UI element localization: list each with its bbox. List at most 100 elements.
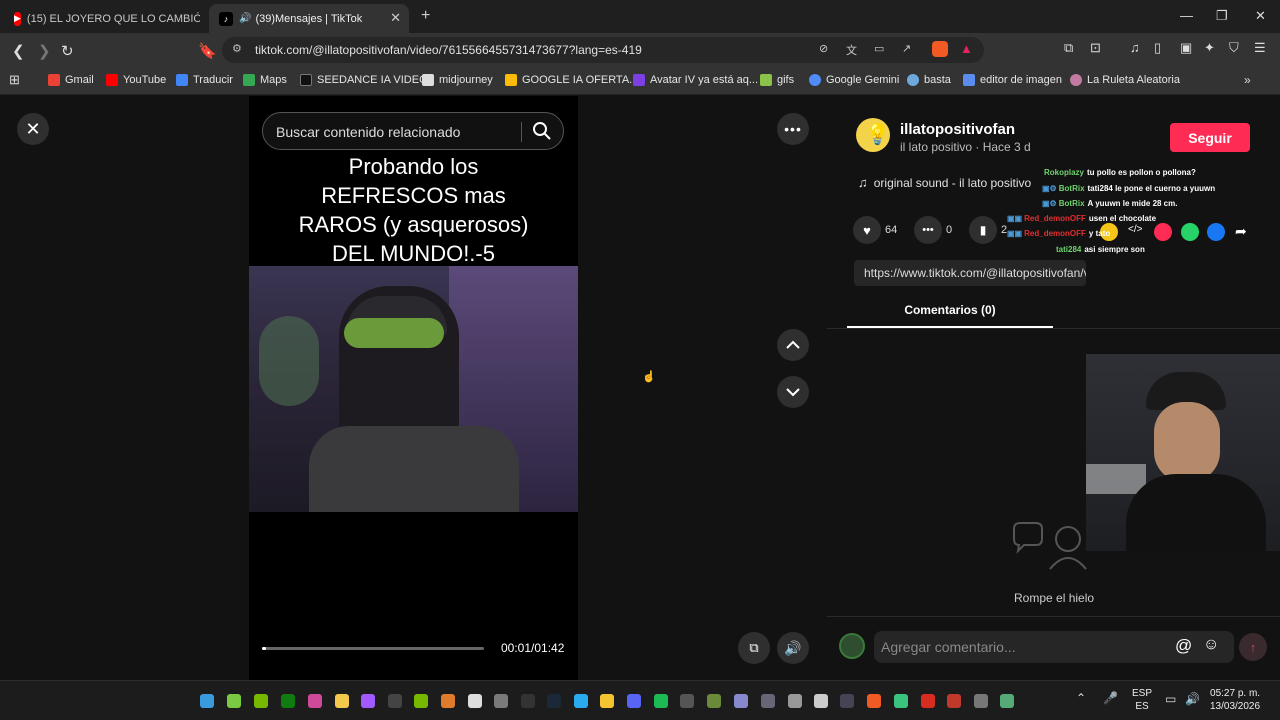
app-icon[interactable] bbox=[734, 694, 748, 708]
reload-icon[interactable]: ↻ bbox=[61, 42, 74, 60]
brave-rewards-icon[interactable]: ▲ bbox=[960, 41, 973, 56]
share-icon[interactable]: ↗ bbox=[902, 42, 911, 55]
app-icon[interactable] bbox=[947, 694, 961, 708]
sound-info[interactable]: ♫ original sound - il lato positivo bbox=[858, 175, 1031, 190]
site-info-icon[interactable]: ⚙ bbox=[232, 42, 242, 55]
menu-icon[interactable]: ☰ bbox=[1254, 40, 1266, 56]
brave-shield-icon[interactable] bbox=[932, 41, 948, 57]
back-arrow-icon[interactable]: ❮ bbox=[12, 42, 25, 60]
bookmark-midjourney[interactable]: midjourney bbox=[422, 74, 493, 86]
obs-icon[interactable] bbox=[788, 694, 802, 708]
leo-ai-icon[interactable]: ✦ bbox=[1204, 40, 1215, 56]
bookmark-avatar[interactable]: Avatar IV ya está aq... bbox=[633, 74, 758, 86]
app-icon[interactable] bbox=[840, 694, 854, 708]
cast-icon[interactable]: ▭ bbox=[874, 42, 884, 55]
forward-arrow-icon[interactable]: ❯ bbox=[38, 42, 51, 60]
xbox-icon[interactable] bbox=[281, 694, 295, 708]
url-text[interactable]: tiktok.com/@illatopositivofan/video/7615… bbox=[255, 43, 642, 57]
extensions-icon[interactable]: ⧉ bbox=[1064, 40, 1073, 56]
bookmark-google-ia[interactable]: GOOGLE IA OFERTA... bbox=[505, 74, 638, 86]
embed-icon[interactable]: </> bbox=[1128, 224, 1142, 235]
facebook-icon[interactable] bbox=[1207, 223, 1225, 241]
no-tracking-icon[interactable]: ⊘ bbox=[819, 42, 828, 55]
camera-icon[interactable] bbox=[761, 694, 775, 708]
vpn-icon[interactable]: ⛉ bbox=[1229, 40, 1239, 56]
wallet-icon[interactable]: ▣ bbox=[1180, 40, 1192, 56]
new-tab-button[interactable]: + bbox=[421, 7, 430, 25]
app-icon[interactable] bbox=[441, 694, 455, 708]
previous-video-button[interactable] bbox=[777, 329, 809, 361]
bookmark-seedance[interactable]: SEEDANCE IA VIDEO bbox=[300, 74, 428, 86]
bookmark-traducir[interactable]: Traducir bbox=[176, 74, 233, 86]
volume-button[interactable]: 🔊 bbox=[777, 632, 809, 664]
tab-tiktok[interactable]: ♪ 🔊 (39)Mensajes | TikTok ✕ bbox=[209, 4, 409, 33]
settings-icon[interactable] bbox=[494, 694, 508, 708]
epic-games-icon[interactable] bbox=[521, 694, 535, 708]
bookmark-editor[interactable]: editor de imagen bbox=[963, 74, 1062, 86]
bookmark-icon[interactable]: 🔖 bbox=[198, 42, 217, 60]
share-arrow-icon[interactable]: ➦ bbox=[1235, 223, 1247, 240]
app-icon[interactable] bbox=[1000, 694, 1014, 708]
bookmark-youtube[interactable]: YouTube bbox=[106, 74, 166, 86]
store-icon[interactable] bbox=[335, 694, 349, 708]
more-options-button[interactable]: ••• bbox=[777, 113, 809, 145]
comment-button[interactable]: ••• bbox=[914, 216, 942, 244]
send-icon[interactable] bbox=[1154, 223, 1172, 241]
share-icon[interactable] bbox=[680, 694, 694, 708]
bookmark-gifs[interactable]: gifs bbox=[760, 74, 794, 86]
post-comment-button[interactable]: ↑ bbox=[1239, 633, 1267, 661]
follow-button[interactable]: Seguir bbox=[1170, 123, 1250, 152]
minimize-icon[interactable]: — bbox=[1180, 8, 1193, 23]
video-link[interactable]: https://www.tiktok.com/@illatopositivofa… bbox=[854, 260, 1086, 286]
bookmark-basta[interactable]: basta bbox=[907, 74, 951, 86]
like-button[interactable]: ♥ bbox=[853, 216, 881, 244]
discord-icon[interactable] bbox=[627, 694, 641, 708]
tray-chevron-icon[interactable]: ⌃ bbox=[1076, 691, 1086, 705]
creator-username[interactable]: illatopositivofan bbox=[900, 121, 1015, 138]
system-clock[interactable]: 05:27 p. m. 13/03/2026 bbox=[1210, 687, 1260, 713]
bookmark-maps[interactable]: Maps bbox=[243, 74, 287, 86]
save-button[interactable]: ▮ bbox=[969, 216, 997, 244]
next-video-button[interactable] bbox=[777, 376, 809, 408]
microphone-icon[interactable]: 🎤 bbox=[1103, 691, 1118, 705]
related-search-box[interactable]: Buscar contenido relacionado bbox=[262, 112, 564, 150]
bookmark-gemini[interactable]: Google Gemini bbox=[809, 74, 899, 86]
telegram-icon[interactable] bbox=[574, 694, 588, 708]
more-bookmarks-icon[interactable]: » bbox=[1244, 73, 1251, 87]
spotify-icon[interactable] bbox=[654, 694, 668, 708]
close-tab-icon[interactable]: ✕ bbox=[390, 10, 401, 26]
app-icon[interactable] bbox=[707, 694, 721, 708]
app-icon[interactable] bbox=[974, 694, 988, 708]
nvidia-app-icon[interactable] bbox=[414, 694, 428, 708]
brave-icon[interactable] bbox=[867, 694, 881, 708]
close-window-icon[interactable]: ✕ bbox=[1255, 8, 1266, 24]
sidebar-icon[interactable]: ▯ bbox=[1154, 40, 1161, 56]
app-icon[interactable] bbox=[921, 694, 935, 708]
app-icon[interactable] bbox=[361, 694, 375, 708]
user-avatar[interactable] bbox=[839, 633, 865, 659]
search-icon[interactable] bbox=[531, 120, 553, 142]
nvidia-icon[interactable] bbox=[254, 694, 268, 708]
tab-comments[interactable]: Comentarios (0) bbox=[847, 303, 1053, 317]
pip-button[interactable]: ⧉ bbox=[738, 632, 770, 664]
bookmark-gmail[interactable]: Gmail bbox=[48, 74, 94, 86]
network-icon[interactable]: ▭ bbox=[1165, 692, 1176, 706]
volume-icon[interactable]: 🔊 bbox=[1185, 692, 1200, 706]
maximize-icon[interactable]: ❐ bbox=[1216, 8, 1228, 24]
steam-icon[interactable] bbox=[547, 694, 561, 708]
comment-input[interactable]: Agregar comentario... @ ☺ bbox=[874, 631, 1234, 663]
bookmark-ruleta[interactable]: La Ruleta Aleatoria bbox=[1070, 74, 1180, 86]
translate-icon[interactable]: 文 bbox=[846, 42, 857, 58]
screenshot-icon[interactable]: ⊡ bbox=[1090, 40, 1101, 56]
mention-icon[interactable]: @ bbox=[1175, 636, 1192, 656]
start-icon[interactable] bbox=[200, 694, 214, 708]
search-input[interactable]: Buscar contenido relacionado bbox=[276, 124, 460, 140]
app-icon[interactable] bbox=[227, 694, 241, 708]
avatar[interactable]: 💡 bbox=[856, 118, 890, 152]
emoji-icon[interactable]: ☺ bbox=[1203, 636, 1219, 654]
folder-icon[interactable] bbox=[600, 694, 614, 708]
capcut-icon[interactable] bbox=[468, 694, 482, 708]
copilot-icon[interactable] bbox=[308, 694, 322, 708]
video-player[interactable]: Buscar contenido relacionado Probando lo… bbox=[249, 96, 578, 680]
tab-youtube[interactable]: ▶ (15) EL JOYERO QUE LO CAMBIÓ TOD bbox=[4, 4, 200, 33]
